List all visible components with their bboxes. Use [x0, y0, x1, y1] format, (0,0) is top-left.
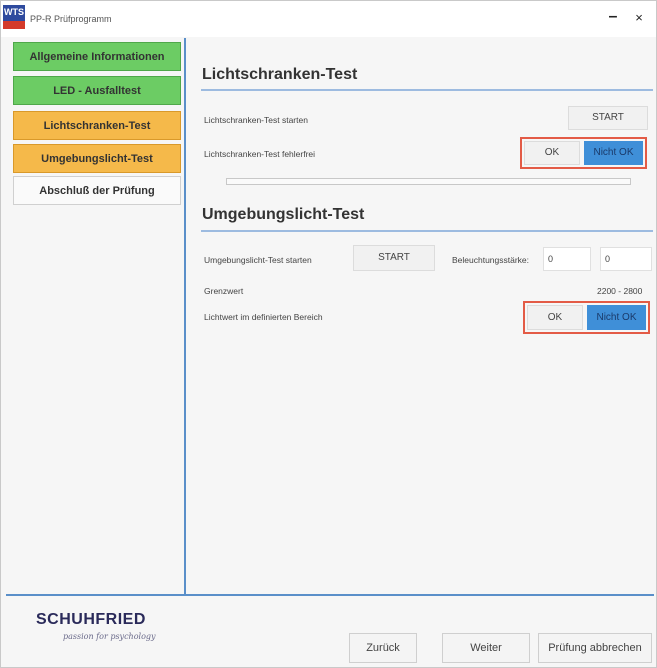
sidebar-item-test-completion[interactable]: Abschluß der Prüfung — [13, 176, 181, 205]
brand-tagline: passion for psychology — [63, 632, 156, 641]
limit-label: Grenzwert — [204, 286, 244, 296]
section-divider — [201, 230, 653, 232]
light-barrier-not-ok-button[interactable]: Nicht OK — [584, 141, 643, 165]
footer-divider — [6, 594, 654, 596]
main-panel: Lichtschranken-Test Lichtschranken-Test … — [193, 46, 655, 594]
illuminance-label: Beleuchtungsstärke: — [452, 255, 530, 265]
ambient-light-not-ok-button[interactable]: Nicht OK — [587, 305, 646, 330]
light-barrier-result-group: OK Nicht OK — [520, 137, 647, 169]
next-button[interactable]: Weiter — [442, 633, 530, 663]
window-title: PP-R Prüfprogramm — [30, 14, 112, 24]
ambient-light-result-group: OK Nicht OK — [523, 301, 650, 334]
minimize-button[interactable]: – — [606, 9, 620, 25]
app-window: WTS PP-R Prüfprogramm – × Allgemeine Inf… — [0, 0, 657, 668]
illuminance-value-field: 0 — [543, 247, 591, 271]
light-barrier-section-title: Lichtschranken-Test — [202, 66, 358, 83]
title-bar[interactable]: WTS PP-R Prüfprogramm – × — [1, 1, 656, 37]
ambient-light-start-label: Umgebungslicht-Test starten — [204, 255, 312, 265]
limit-value: 2200 - 2800 — [597, 286, 643, 296]
abort-test-button[interactable]: Prüfung abbrechen — [538, 633, 652, 663]
section-divider — [201, 89, 653, 91]
sidebar-item-general-info[interactable]: Allgemeine Informationen — [13, 42, 181, 71]
in-range-label: Lichtwert im definierten Bereich — [204, 312, 323, 322]
sidebar: Allgemeine Informationen LED - Ausfallte… — [6, 38, 186, 594]
light-barrier-start-button[interactable]: START — [568, 106, 648, 130]
close-button[interactable]: × — [632, 11, 646, 25]
ambient-light-section-title: Umgebungslicht-Test — [202, 206, 365, 223]
sidebar-item-light-barrier-test[interactable]: Lichtschranken-Test — [13, 111, 181, 140]
ambient-light-ok-button[interactable]: OK — [527, 305, 583, 330]
light-barrier-error-free-label: Lichtschranken-Test fehlerfrei — [204, 149, 316, 159]
light-barrier-progress-bar — [226, 178, 631, 185]
sidebar-item-led-test[interactable]: LED - Ausfalltest — [13, 76, 181, 105]
sidebar-item-ambient-light-test[interactable]: Umgebungslicht-Test — [13, 144, 181, 173]
brand-logo: SCHUHFRIED — [36, 611, 146, 628]
app-logo-icon: WTS — [3, 5, 25, 29]
back-button[interactable]: Zurück — [349, 633, 417, 663]
illuminance-value-field-2: 0 — [600, 247, 652, 271]
light-barrier-start-label: Lichtschranken-Test starten — [204, 115, 308, 125]
ambient-light-start-button[interactable]: START — [353, 245, 435, 271]
light-barrier-ok-button[interactable]: OK — [524, 141, 580, 165]
